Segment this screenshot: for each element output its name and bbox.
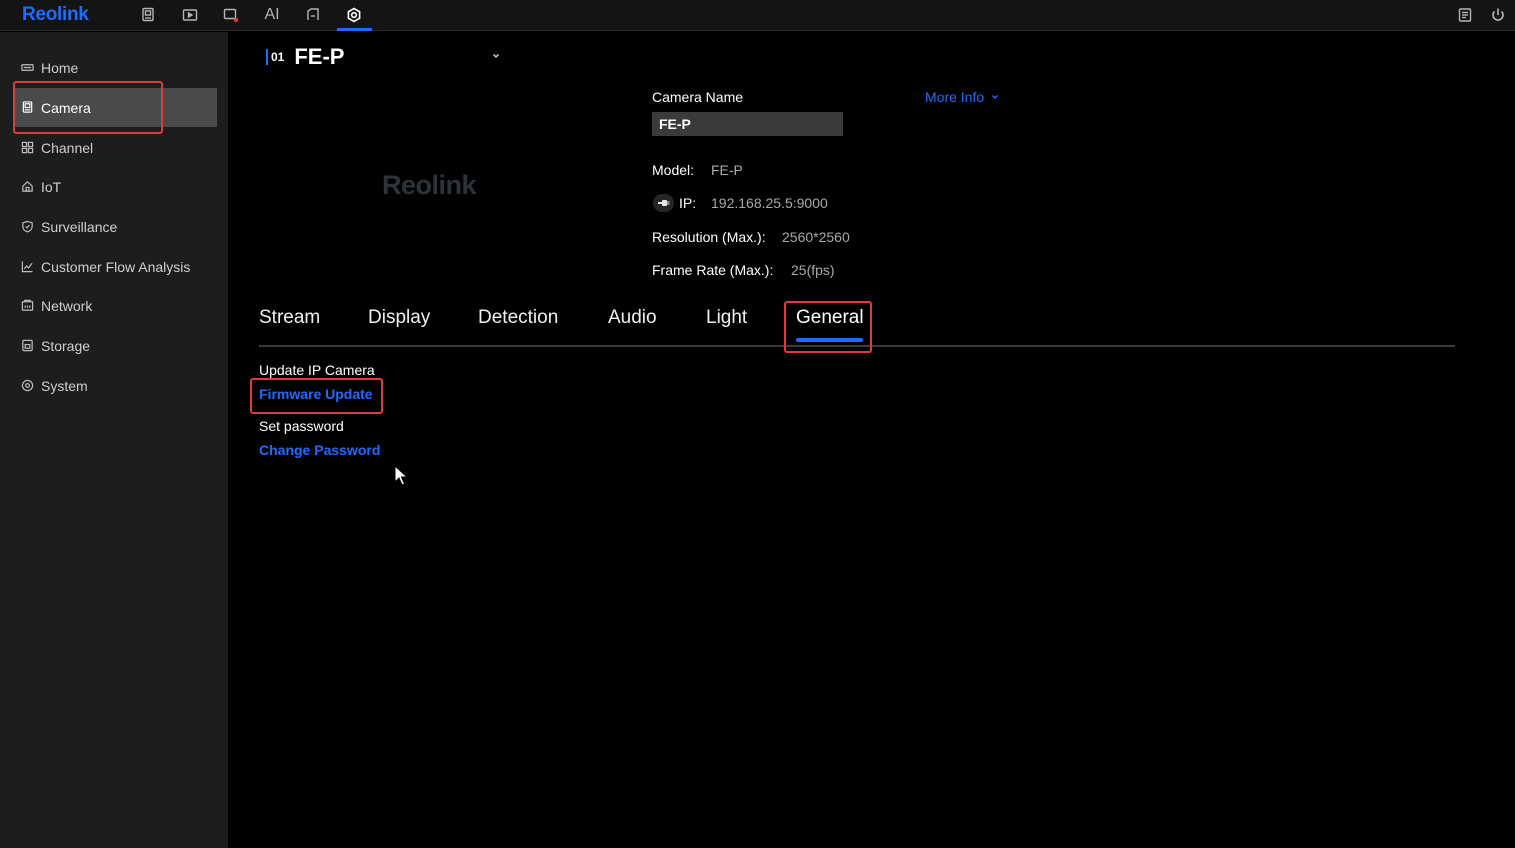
camera-title: FE-P	[294, 44, 345, 69]
home-icon	[20, 61, 34, 75]
set-password-label: Set password	[259, 418, 344, 434]
tab-general[interactable]: General	[796, 307, 864, 329]
storage-icon	[20, 339, 34, 353]
mouse-cursor-icon	[394, 465, 409, 486]
resolution-label: Resolution (Max.):	[652, 229, 766, 245]
chevron-down-icon[interactable]	[490, 50, 502, 62]
model-label: Model:	[652, 162, 695, 178]
sidebar-item-iot[interactable]: IoT	[15, 167, 217, 206]
reolink-logo: Reolink	[22, 4, 89, 25]
chart-icon	[20, 260, 34, 274]
sidebar-item-label: Network	[41, 297, 93, 314]
framerate-label: Frame Rate (Max.):	[652, 262, 774, 278]
ai-icon[interactable]: AI	[261, 5, 283, 25]
sidebar-item-channel[interactable]: Channel	[15, 128, 217, 167]
sidebar-item-storage[interactable]: Storage	[15, 326, 217, 365]
tab-audio[interactable]: Audio	[608, 307, 657, 329]
sidebar-item-surveillance[interactable]: Surveillance	[15, 207, 217, 246]
tab-light[interactable]: Light	[706, 307, 747, 329]
tab-stream[interactable]: Stream	[259, 307, 320, 329]
sidebar-item-home[interactable]: Home	[15, 48, 217, 87]
alarm-icon[interactable]	[220, 5, 242, 25]
camera-selector[interactable]: 01 FE-P	[266, 44, 344, 70]
sidebar-item-customer-flow[interactable]: Customer Flow Analysis	[15, 247, 217, 286]
sidebar-item-label: Storage	[41, 337, 91, 354]
camera-name-input[interactable]	[652, 112, 843, 136]
active-tab-underline	[796, 338, 863, 342]
shield-icon	[20, 220, 34, 234]
settings-icon[interactable]	[343, 5, 365, 25]
sidebar-item-label: IoT	[41, 178, 62, 195]
monitor-icon[interactable]	[137, 5, 159, 25]
more-info-link[interactable]: More Info	[925, 89, 1000, 105]
framerate-value: 25(fps)	[791, 262, 835, 278]
sidebar-item-label: Channel	[41, 139, 94, 156]
ip-label: IP:	[679, 195, 697, 211]
network-icon	[20, 299, 34, 313]
update-ip-camera-label: Update IP Camera	[259, 362, 375, 378]
channel-icon	[20, 141, 34, 155]
playback-icon[interactable]	[179, 5, 201, 25]
sidebar-item-label: Customer Flow Analysis	[41, 258, 191, 275]
change-password-link[interactable]: Change Password	[259, 442, 380, 458]
model-value: FE-P	[711, 162, 743, 178]
power-icon[interactable]	[1487, 5, 1509, 25]
chevron-down-icon	[992, 95, 999, 99]
resolution-value: 2560*2560	[782, 229, 850, 245]
sidebar-item-label: System	[41, 377, 88, 394]
active-nav-underline	[337, 28, 372, 31]
ip-value: 192.168.25.5:9000	[711, 195, 828, 211]
tab-detection[interactable]: Detection	[478, 307, 558, 329]
log-icon[interactable]	[1454, 5, 1476, 25]
camera-icon	[20, 101, 34, 115]
top-bar: Reolink AI	[0, 0, 1515, 31]
iot-icon	[20, 180, 34, 194]
tab-display[interactable]: Display	[368, 307, 430, 329]
more-info-label: More Info	[925, 89, 985, 105]
tabs-divider	[259, 345, 1455, 347]
device-icon[interactable]	[302, 5, 324, 25]
firmware-update-link[interactable]: Firmware Update	[259, 386, 373, 402]
sidebar-item-camera[interactable]: Camera	[15, 88, 217, 127]
connection-icon	[653, 194, 674, 212]
camera-number: 01	[266, 49, 284, 65]
camera-name-label: Camera Name	[652, 89, 744, 105]
system-icon	[20, 379, 34, 393]
camera-preview-logo: Reolink	[382, 170, 477, 200]
sidebar-item-label: Home	[41, 59, 79, 76]
sidebar-item-system[interactable]: System	[15, 366, 217, 405]
sidebar-item-label: Surveillance	[41, 218, 118, 235]
sidebar-item-network[interactable]: Network	[15, 286, 217, 325]
sidebar-item-label: Camera	[41, 99, 91, 116]
